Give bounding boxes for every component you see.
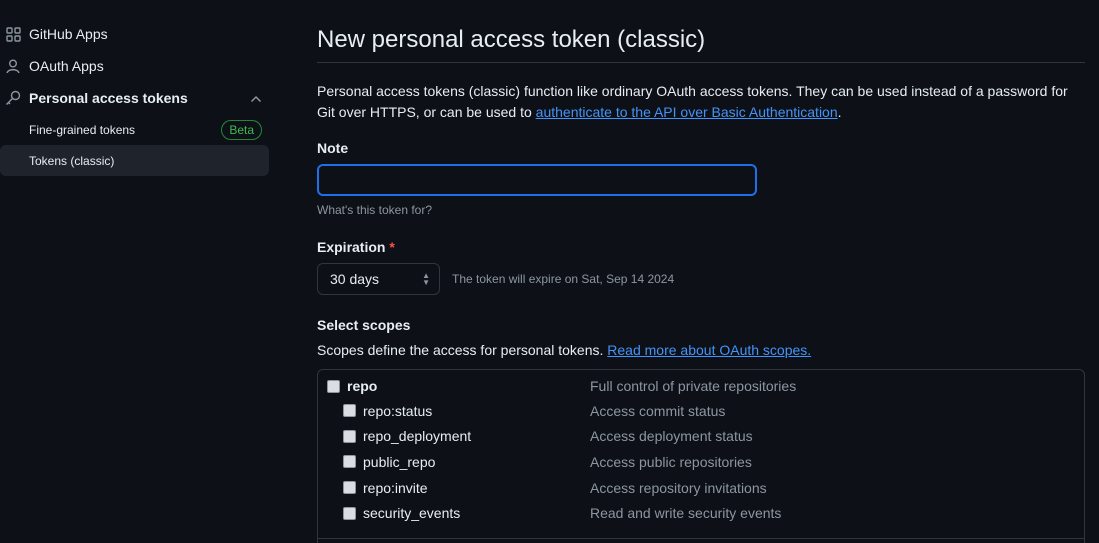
scopes-divider: [318, 538, 1084, 539]
sidebar-item-github-apps[interactable]: GitHub Apps: [0, 18, 270, 50]
intro-end: .: [837, 104, 842, 120]
expiration-note: The token will expire on Sat, Sep 14 202…: [452, 272, 675, 286]
scope-row-repo-deployment: repo_deployment Access deployment status: [318, 424, 1084, 450]
sidebar-subitem-label: Fine-grained tokens: [29, 122, 136, 137]
sidebar-item-label: OAuth Apps: [29, 58, 104, 74]
select-arrows-icon: ▲ ▼: [422, 271, 430, 287]
note-hint: What's this token for?: [317, 203, 433, 217]
note-label: Note: [317, 140, 349, 156]
apps-grid-icon: [4, 26, 22, 42]
scope-checkbox[interactable]: [343, 404, 356, 418]
intro-text: Personal access tokens (classic) functio…: [317, 81, 1077, 123]
required-mark: *: [389, 239, 395, 255]
page-title: New personal access token (classic): [317, 0, 1085, 63]
scope-name: public_repo: [363, 453, 436, 470]
expiration-label: Expiration *: [317, 239, 1085, 255]
scope-name: repo:status: [363, 402, 433, 419]
sidebar-subitem-label: Tokens (classic): [29, 153, 115, 168]
main-content: New personal access token (classic) Pers…: [317, 0, 1085, 543]
scope-name: security_events: [363, 505, 461, 522]
sidebar-item-label: GitHub Apps: [29, 26, 108, 42]
sidebar-item-label: Personal access tokens: [29, 90, 188, 106]
scopes-description-text: Scopes define the access for personal to…: [317, 342, 608, 358]
scope-row-repo-invite: repo:invite Access repository invitation…: [318, 475, 1084, 501]
scope-name: repo: [347, 378, 378, 394]
expiration-label-text: Expiration: [317, 239, 386, 255]
scope-row-security-events: security_events Read and write security …: [318, 500, 1084, 526]
app: GitHub Apps OAuth Apps Personal access t…: [0, 0, 1099, 543]
scope-description: Read and write security events: [590, 505, 782, 522]
expiration-selected-value: 30 days: [330, 271, 380, 287]
note-input[interactable]: [317, 164, 757, 196]
scope-description: Full control of private repositories: [590, 378, 797, 394]
scope-checkbox[interactable]: [343, 506, 356, 520]
sidebar-item-oauth-apps[interactable]: OAuth Apps: [0, 50, 270, 82]
scopes-list: repo Full control of private repositorie…: [317, 369, 1085, 543]
scope-checkbox[interactable]: [343, 429, 356, 443]
scope-name: repo:invite: [363, 479, 428, 496]
scope-row-repo: repo Full control of private repositorie…: [318, 370, 1084, 398]
scope-description: Access deployment status: [590, 428, 753, 445]
scope-name: repo_deployment: [363, 428, 472, 445]
sidebar-item-fine-grained-tokens[interactable]: Fine-grained tokens Beta: [0, 114, 270, 145]
select-scopes-label: Select scopes: [317, 317, 411, 333]
sidebar-item-tokens-classic[interactable]: Tokens (classic): [0, 145, 269, 176]
scope-row-repo-status: repo:status Access commit status: [318, 398, 1084, 424]
expiration-row: 30 days ▲ ▼ The token will expire on Sat,…: [317, 263, 1085, 295]
sidebar: GitHub Apps OAuth Apps Personal access t…: [0, 18, 270, 176]
oauth-scopes-link[interactable]: Read more about OAuth scopes.: [607, 342, 811, 358]
sidebar-item-personal-access-tokens[interactable]: Personal access tokens: [0, 82, 270, 114]
expiration-select[interactable]: 30 days ▲ ▼: [317, 263, 440, 295]
chevron-up-icon[interactable]: [250, 90, 262, 106]
scope-description: Access repository invitations: [590, 479, 767, 496]
beta-badge: Beta: [221, 119, 262, 140]
person-icon: [4, 58, 22, 74]
scopes-description: Scopes define the access for personal to…: [317, 342, 1085, 358]
scope-row-public-repo: public_repo Access public repositories: [318, 449, 1084, 475]
scope-description: Access commit status: [590, 402, 726, 419]
scope-checkbox[interactable]: [327, 379, 340, 393]
key-icon: [4, 90, 22, 106]
scope-checkbox[interactable]: [343, 455, 356, 469]
scope-description: Access public repositories: [590, 453, 752, 470]
basic-auth-link[interactable]: authenticate to the API over Basic Authe…: [536, 104, 838, 120]
scope-checkbox[interactable]: [343, 481, 356, 495]
